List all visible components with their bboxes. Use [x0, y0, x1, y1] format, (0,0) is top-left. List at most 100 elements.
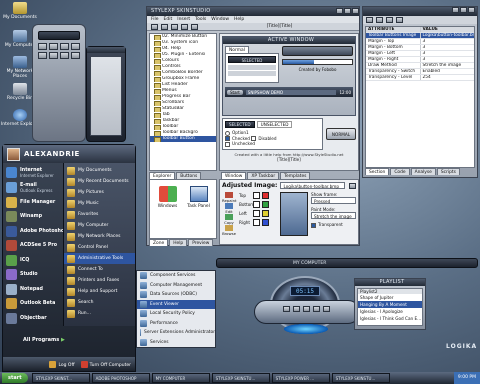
property-row[interactable]: Transparency - Level 254 [366, 75, 474, 81]
adjusted-file-input[interactable]: Logika\button-toolbar.bmp [280, 182, 345, 189]
copy-button[interactable]: Copy [222, 214, 236, 225]
start-place-item[interactable]: Help and Support [64, 286, 135, 297]
properties-tool-button[interactable] [386, 17, 393, 23]
taskbar-button[interactable]: STYLEXP SKINST... [31, 373, 90, 383]
property-value[interactable]: Logika\button-toolbar.bm [419, 33, 474, 38]
prev-button[interactable] [283, 306, 290, 312]
desktop-icon-my-documents[interactable]: My Documents [0, 2, 40, 20]
start-program-item[interactable]: ICQ [3, 253, 63, 268]
transparent-checkbox[interactable]: Transparent [311, 222, 356, 228]
calc-key[interactable] [38, 52, 47, 59]
start-program-item[interactable]: Objectbar [3, 311, 63, 326]
preview-normal-button[interactable]: NORMAL [326, 127, 356, 140]
preview-tab-unselected[interactable]: UNSELECTED [256, 121, 293, 128]
start-place-item[interactable]: Connect To [64, 264, 135, 275]
menu-tools[interactable]: Tools [195, 16, 206, 23]
properties-tool-button[interactable] [396, 17, 403, 23]
tab-analyse[interactable]: Analyse [410, 168, 436, 175]
menu-insert[interactable]: Insert [177, 16, 190, 23]
admin-tool-item[interactable]: Performance [137, 319, 215, 329]
logoff-button[interactable]: Log Off [49, 360, 75, 368]
pause-button[interactable] [303, 306, 310, 312]
start-program-item[interactable]: Outlook Beta [3, 297, 63, 312]
tab-help[interactable]: Help [169, 239, 188, 246]
menu-file[interactable]: File [151, 16, 159, 23]
tab-window[interactable]: Window [221, 172, 247, 179]
start-place-item[interactable]: My Computer [64, 220, 135, 231]
preview-taskbar-item[interactable]: SNIPSHOW DEMO [245, 89, 337, 95]
taskbar-button[interactable]: STYLEXP SKINSTU... [331, 373, 390, 383]
tab-section[interactable]: Section [365, 168, 390, 175]
toolbar-open-button[interactable] [161, 23, 168, 30]
maximize-button[interactable] [460, 7, 467, 13]
toolbar-cut-button[interactable] [181, 23, 188, 30]
tab-zone[interactable]: Zone [149, 239, 169, 246]
calc-key[interactable] [60, 52, 69, 59]
play-button[interactable] [293, 306, 300, 312]
calc-key[interactable] [60, 43, 69, 50]
show-frame-select[interactable]: Pressed [311, 197, 356, 204]
start-place-item[interactable]: My Music [64, 198, 135, 209]
tab-xp-taskbar[interactable]: XP Taskbar [247, 172, 280, 179]
repaint-button[interactable]: Repaint [222, 192, 237, 203]
property-value[interactable]: 3 [419, 51, 475, 56]
start-program-item[interactable]: ACDSee 5 Pro [3, 239, 63, 254]
calc-key[interactable] [71, 52, 80, 59]
tab-explorer[interactable]: Explorer [149, 172, 176, 179]
start-program-item[interactable]: File Manager [3, 195, 63, 210]
preview-start-button[interactable]: Start [227, 89, 243, 95]
admin-tool-item[interactable]: Data Sources (ODBC) [137, 290, 215, 300]
start-place-item[interactable]: Run... [64, 308, 135, 319]
taskbar-button[interactable]: STYLEXP POWER ... [271, 373, 330, 383]
property-value[interactable]: 254 [419, 75, 475, 80]
start-program-item[interactable]: Notepad [3, 282, 63, 297]
taskbar-button[interactable]: STYLEXP SKINSTU... [211, 373, 270, 383]
calc-key[interactable] [38, 43, 47, 50]
browse-button[interactable]: Browse [222, 225, 236, 236]
playlist-titlebar[interactable]: PLAYLIST [355, 279, 425, 286]
admin-tool-item[interactable]: Local Security Policy [137, 309, 215, 319]
properties-titlebar[interactable] [363, 7, 477, 16]
start-place-item[interactable]: Favorites [64, 209, 135, 220]
icon-cell-task-panel[interactable]: Task Panel [185, 186, 212, 232]
property-value[interactable]: Stretch the image [419, 63, 475, 68]
calc-key[interactable] [49, 52, 58, 59]
minimize-button[interactable] [452, 7, 459, 13]
calc-key[interactable] [49, 43, 58, 50]
admin-tool-item[interactable]: Computer Management [137, 281, 215, 291]
admin-tool-item[interactable]: Component Services [137, 271, 215, 281]
margin-left-input[interactable] [253, 210, 260, 217]
preview-tab-normal[interactable]: Normal [225, 46, 249, 53]
tab-scripts[interactable]: Scripts [436, 168, 460, 175]
tab-templates[interactable]: Templates [280, 172, 311, 179]
color-swatch-green[interactable] [262, 201, 269, 208]
maximize-button[interactable] [344, 7, 351, 14]
start-program-item[interactable]: Internet Internet Explorer [3, 165, 63, 180]
start-program-item[interactable]: Adobe Photoshop [3, 224, 68, 239]
property-value[interactable]: Enabled [419, 69, 475, 74]
tree-item[interactable]: Toolbar Button [150, 136, 216, 142]
calc-key[interactable] [71, 43, 80, 50]
preview-unchecked[interactable]: Unchecked [225, 141, 320, 147]
start-place-item[interactable]: My Pictures [64, 187, 135, 198]
playlist-track[interactable]: Hanging By A Moment [358, 301, 422, 308]
skinstudio-titlebar[interactable]: STYLEXP SKINSTUDIO [147, 7, 359, 16]
minimize-button[interactable] [336, 7, 343, 14]
stop-button[interactable] [313, 306, 320, 312]
playlist-track[interactable]: Iglesias - I Think God Can E... [358, 315, 422, 322]
preview-tab-selected[interactable]: SELECTED [225, 121, 255, 128]
start-program-item[interactable]: Studio [3, 268, 63, 283]
icon-cell-windows[interactable]: Windows [154, 186, 181, 232]
edit-button[interactable]: Edit [222, 203, 236, 214]
taskbar-button[interactable]: ADOBE PHOTOSHOP [91, 373, 150, 383]
property-value[interactable]: 3 [419, 57, 475, 62]
property-value[interactable]: 3 [419, 39, 475, 44]
start-program-item[interactable]: E-mail Outlook Express [3, 180, 63, 195]
close-button[interactable] [352, 7, 359, 14]
margin-right-input[interactable] [253, 219, 260, 226]
start-place-item[interactable]: Search [64, 297, 135, 308]
admin-tool-item[interactable]: Services [137, 338, 215, 348]
playlist-track[interactable]: Shape of Jupiter [358, 294, 422, 301]
next-button[interactable] [323, 306, 330, 312]
start-place-item[interactable]: My Recent Documents [64, 176, 135, 187]
